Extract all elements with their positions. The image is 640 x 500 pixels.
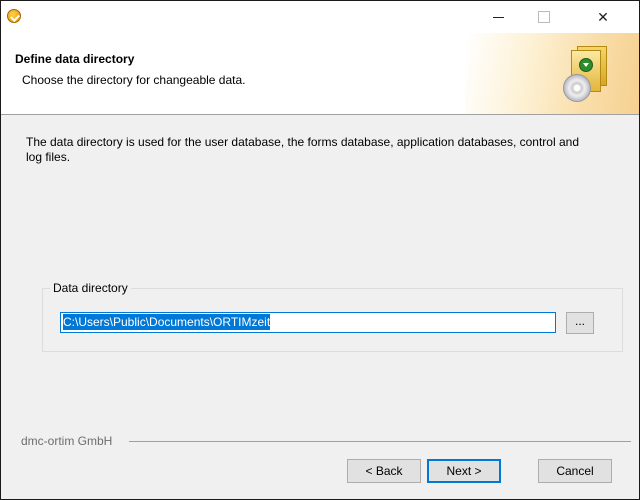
- title-bar: ✕: [1, 1, 639, 33]
- data-directory-label: Data directory: [50, 281, 131, 295]
- next-button[interactable]: Next >: [427, 459, 501, 483]
- footer-divider: [129, 441, 631, 442]
- close-button[interactable]: ✕: [567, 1, 639, 33]
- page-subtitle: Choose the directory for changeable data…: [22, 73, 246, 87]
- download-arrow-icon: [579, 58, 593, 72]
- cancel-button[interactable]: Cancel: [538, 459, 612, 483]
- data-directory-group: Data directory C:\Users\Public\Documents…: [42, 281, 623, 352]
- back-button[interactable]: < Back: [347, 459, 421, 483]
- wizard-header: Define data directory Choose the directo…: [1, 33, 639, 115]
- data-directory-input[interactable]: C:\Users\Public\Documents\ORTIMzeit: [60, 312, 556, 333]
- minimize-button[interactable]: [475, 1, 521, 33]
- description-text: The data directory is used for the user …: [26, 135, 580, 164]
- software-box-icon: [563, 44, 609, 102]
- setup-wizard-window: ✕ Define data directory Choose the direc…: [0, 0, 640, 500]
- browse-button[interactable]: ...: [566, 312, 594, 334]
- maximize-button: [521, 1, 567, 33]
- brand-label: dmc-ortim GmbH: [21, 434, 113, 448]
- page-title: Define data directory: [15, 52, 135, 66]
- close-icon: ✕: [597, 8, 609, 25]
- maximize-icon: [538, 11, 550, 23]
- cd-disc-icon: [563, 74, 591, 102]
- minimize-icon: [492, 16, 504, 18]
- data-directory-value: C:\Users\Public\Documents\ORTIMzeit: [63, 314, 271, 330]
- setup-app-icon[interactable]: [7, 9, 21, 23]
- header-banner: [465, 33, 639, 114]
